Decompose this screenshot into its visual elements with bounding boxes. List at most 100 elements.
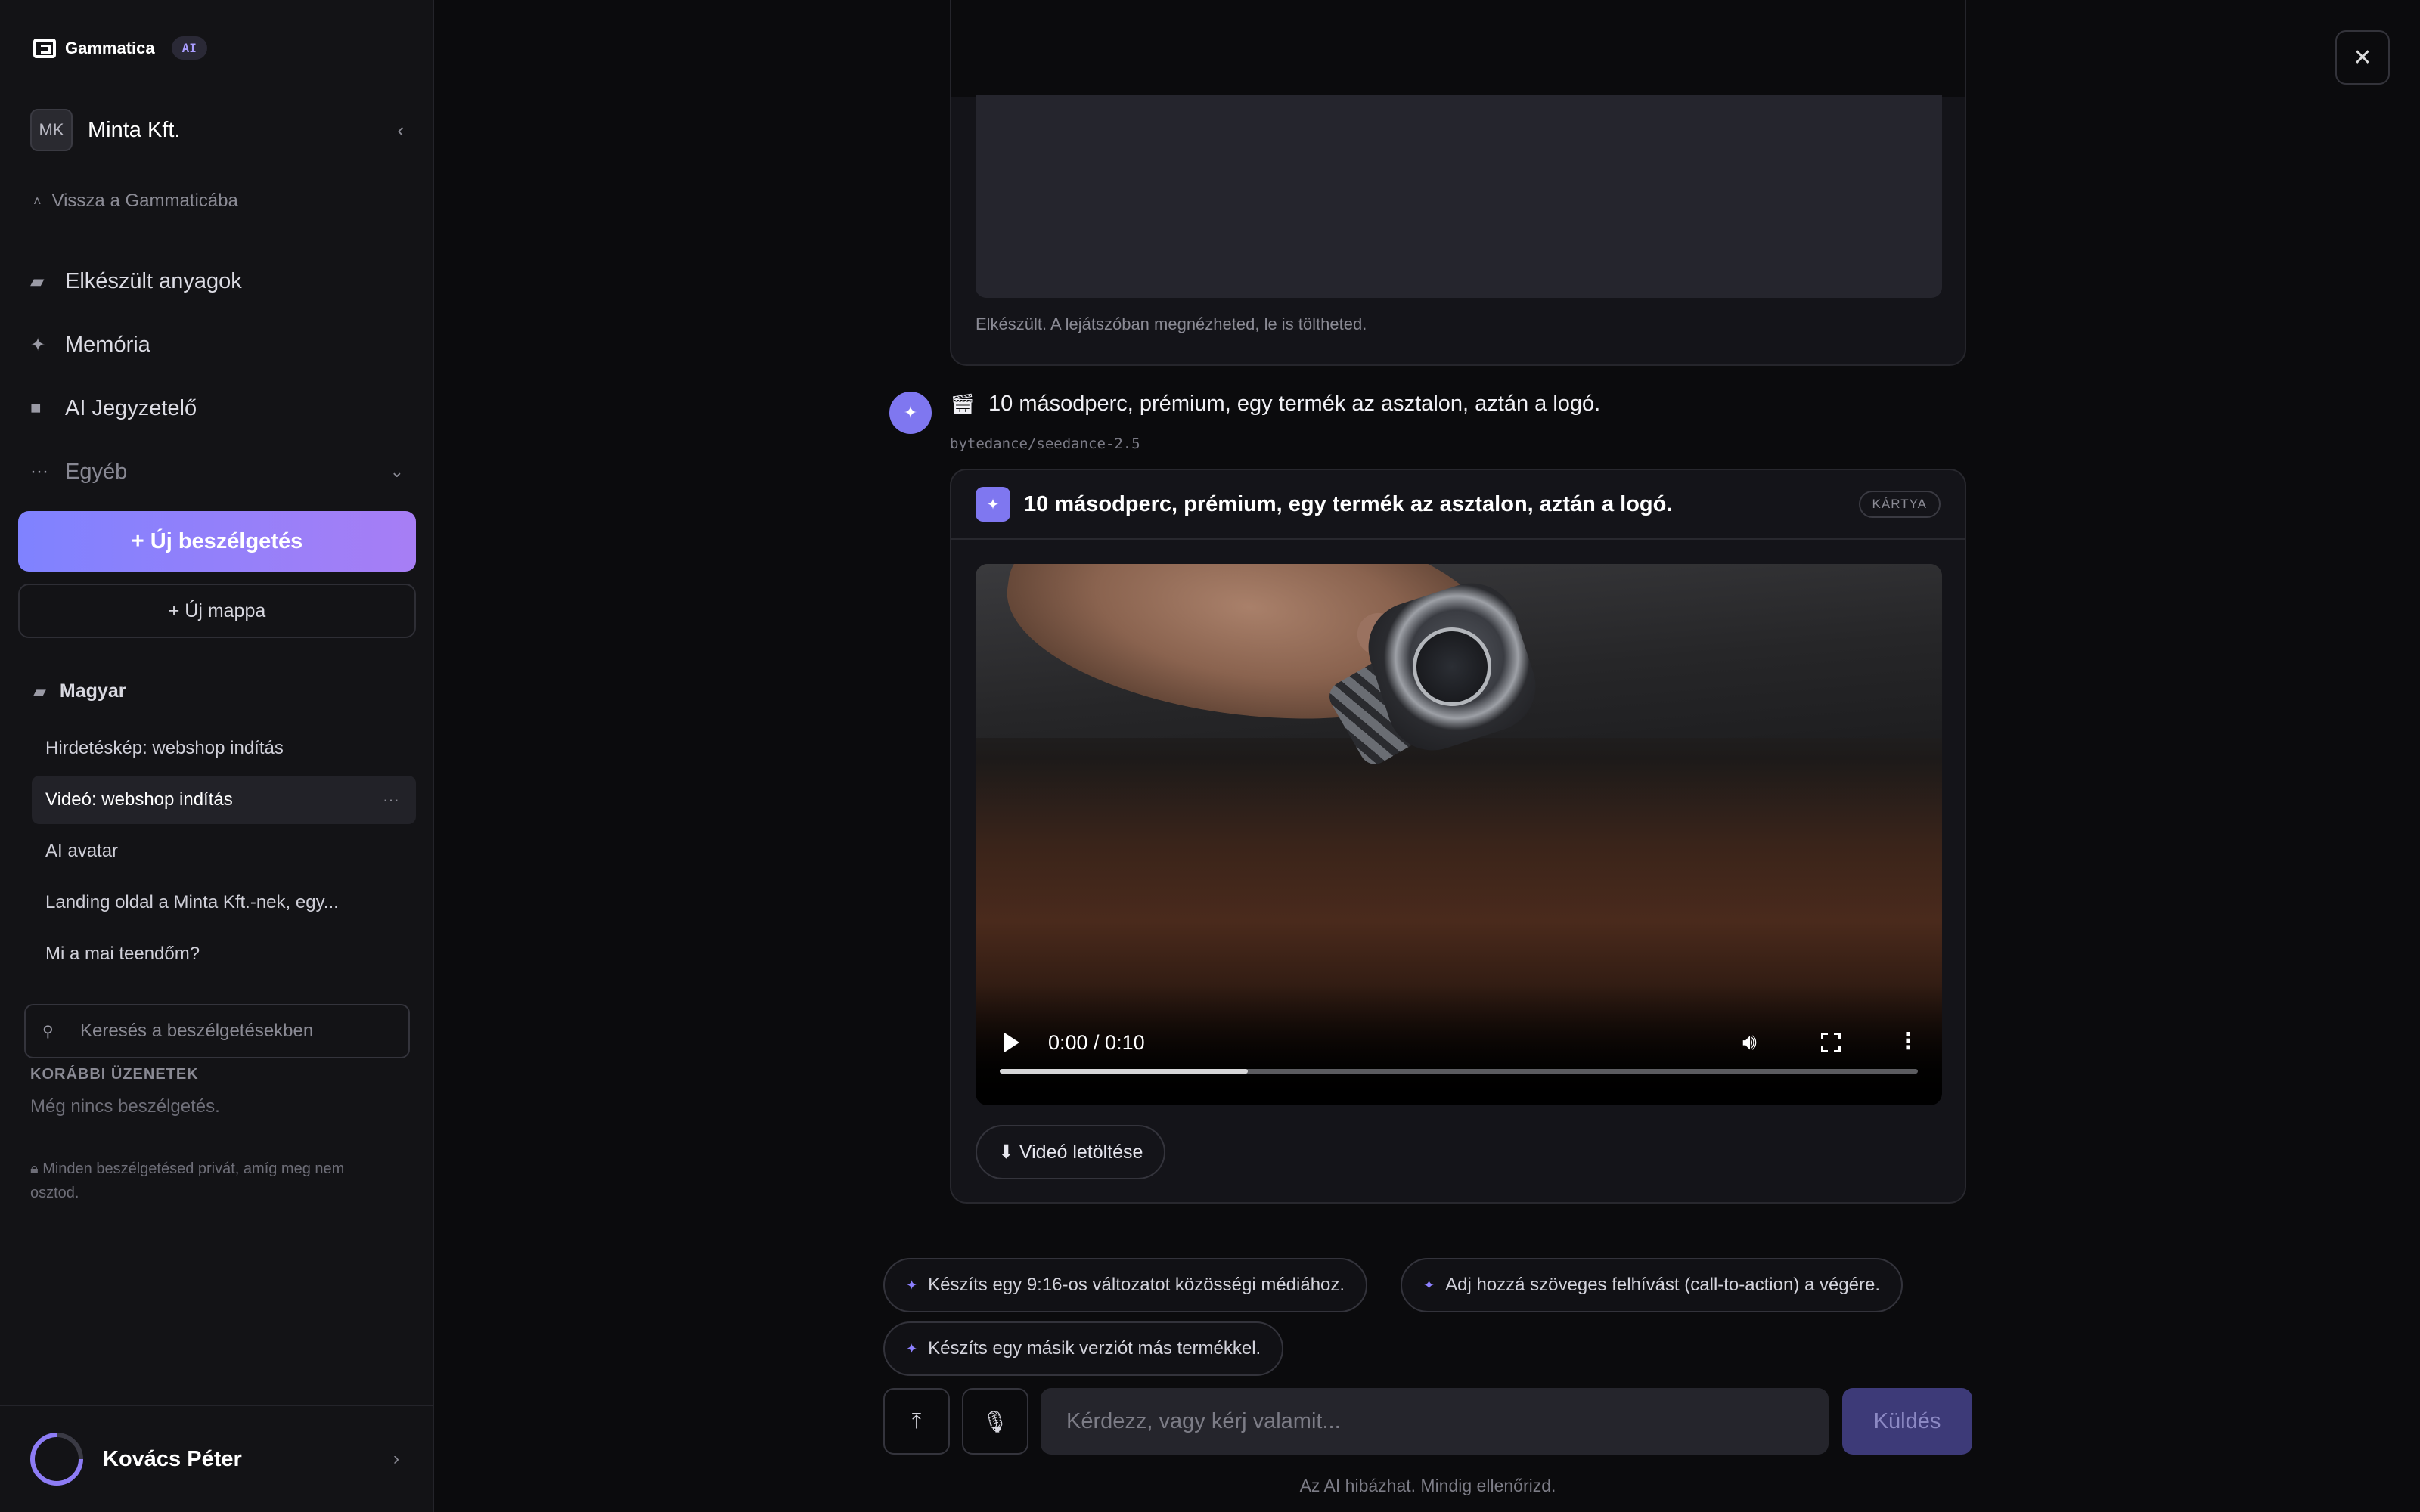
- video-progress-bar[interactable]: [1000, 1069, 1918, 1074]
- new-chat-button[interactable]: + Új beszélgetés: [18, 511, 416, 572]
- play-icon[interactable]: [1004, 1033, 1019, 1052]
- privacy-note: 🔒︎ Minden beszélgetésed privát, amíg meg…: [30, 1157, 393, 1205]
- camera-icon: ■: [30, 398, 42, 418]
- suggestion-text: Készíts egy másik verziót más termékkel.: [928, 1338, 1261, 1359]
- org-switcher[interactable]: MK Minta Kft. ‹: [30, 109, 404, 151]
- previous-media-preview[interactable]: [976, 95, 1942, 298]
- chat-item[interactable]: Landing oldal a Minta Kft.-nek, egy...: [32, 878, 416, 927]
- back-link-label: Vissza a Gammaticába: [51, 191, 238, 211]
- clapperboard-icon: 🎬︎: [950, 392, 976, 415]
- nav-item-label: Memória: [65, 332, 150, 357]
- history-empty-text: Még nincs beszélgetés.: [30, 1096, 220, 1117]
- sparkle-icon: ✦: [976, 487, 1010, 522]
- assistant-message-text: 10 másodperc, prémium, egy termék az asz…: [988, 392, 1601, 416]
- suggestion-chip[interactable]: ✦ Készíts egy másik verziót más termékke…: [883, 1321, 1284, 1376]
- video-frame-watch-face: [1402, 617, 1502, 717]
- chat-item-label: Mi a mai teendőm?: [45, 943, 200, 964]
- user-profile[interactable]: Kovács Péter ›: [0, 1405, 434, 1512]
- volume-icon[interactable]: 🔊︎: [1742, 1030, 1757, 1055]
- scroll-fade: [951, 0, 1965, 97]
- chat-item-label: AI avatar: [45, 841, 119, 861]
- user-avatar-ring: [19, 1421, 95, 1497]
- chat-item-label: Videó: webshop indítás: [45, 789, 233, 810]
- chat-item[interactable]: Hirdetéskép: webshop indítás: [32, 724, 416, 773]
- nav-item-label: Egyéb: [65, 459, 128, 484]
- sidebar: Gammatica AI MK Minta Kft. ‹ ˄ Vissza a …: [0, 0, 434, 1512]
- ai-disclaimer: Az AI hibázhat. Mindig ellenőrizd.: [1299, 1476, 1556, 1495]
- gammatica-logo-icon: [33, 38, 56, 58]
- chat-options-icon[interactable]: ···: [383, 790, 399, 810]
- sparkle-icon: ✦: [1423, 1277, 1435, 1293]
- sparkle-icon: ✦: [903, 403, 918, 422]
- chat-item[interactable]: AI avatar: [32, 827, 416, 875]
- back-to-gammatica-link[interactable]: ˄ Vissza a Gammaticába: [33, 191, 238, 212]
- folder-name: Magyar: [59, 680, 126, 702]
- org-name: Minta Kft.: [88, 117, 181, 142]
- download-video-button[interactable]: ⬇ Videó letöltése: [976, 1125, 1166, 1179]
- chat-item[interactable]: Mi a mai teendőm?: [32, 930, 416, 978]
- video-time: 0:00 / 0:10: [1048, 1031, 1145, 1054]
- video-card-title: 10 másodperc, prémium, egy termék az asz…: [1024, 491, 1673, 516]
- nav-item-ai-notetaker[interactable]: ■ AI Jegyzetelő: [30, 376, 404, 440]
- history-section-label: KORÁBBI ÜZENETEK: [30, 1066, 199, 1083]
- folder-icon: ▰: [30, 271, 45, 292]
- chevron-right-icon: ›: [393, 1448, 399, 1469]
- nav-item-memory[interactable]: ✦ Memória: [30, 313, 404, 376]
- nav-item-label: Elkészült anyagok: [65, 268, 242, 293]
- video-controls: 0:00 / 0:10 🔊︎ ⋮: [976, 1007, 1942, 1105]
- assistant-message: 🎬︎ 10 másodperc, prémium, egy termék az …: [950, 392, 1600, 417]
- ai-badge: AI: [171, 36, 207, 60]
- upload-button[interactable]: ⤒: [883, 1388, 950, 1455]
- chat-list: Hirdetéskép: webshop indítás Videó: webs…: [32, 724, 416, 981]
- previous-result-card: Elkészült. A lejátszóban megnézheted, le…: [950, 0, 1966, 366]
- fullscreen-icon[interactable]: [1821, 1033, 1841, 1052]
- brand[interactable]: Gammatica AI: [33, 36, 207, 60]
- new-folder-button[interactable]: + Új mappa: [18, 584, 416, 638]
- chat-item-active[interactable]: Videó: webshop indítás ···: [32, 776, 416, 824]
- search-icon: ⚲: [42, 1023, 54, 1040]
- sparkle-icon: ✦: [906, 1340, 918, 1356]
- more-options-icon[interactable]: ⋮: [1897, 1028, 1919, 1055]
- chat-item-label: Landing oldal a Minta Kft.-nek, egy...: [45, 892, 339, 912]
- user-name: Kovács Péter: [103, 1446, 242, 1471]
- chat-search: ⚲: [24, 1004, 410, 1058]
- sparkle-icon: ✦: [30, 334, 46, 355]
- suggestion-chip[interactable]: ✦ Készíts egy 9:16-os változatot közössé…: [883, 1258, 1368, 1312]
- video-card: ✦ 10 másodperc, prémium, egy termék az a…: [950, 469, 1966, 1204]
- suggestion-chip[interactable]: ✦ Adj hozzá szöveges felhívást (call-to-…: [1401, 1258, 1903, 1312]
- folder-icon: ▰: [33, 681, 46, 701]
- model-tag: bytedance/seedance-2.5: [950, 435, 1140, 452]
- close-icon: ✕: [2353, 45, 2372, 70]
- privacy-note-text: Minden beszélgetésed privát, amíg meg ne…: [30, 1160, 345, 1201]
- video-progress-fill: [1000, 1069, 1248, 1074]
- sparkle-icon: ✦: [906, 1277, 918, 1293]
- more-icon: ···: [30, 461, 48, 482]
- previous-caption: Elkészült. A lejátszóban megnézheted, le…: [976, 314, 1367, 333]
- brand-name: Gammatica: [65, 38, 155, 57]
- nav-item-finished-materials[interactable]: ▰ Elkészült anyagok: [30, 249, 404, 313]
- chevron-down-icon: ⌄: [389, 462, 404, 481]
- close-button[interactable]: ✕: [2335, 30, 2390, 85]
- composer: ⤒ 🎙︎ Küldés: [883, 1388, 1972, 1455]
- assistant-avatar: ✦: [889, 392, 932, 434]
- video-card-header: ✦ 10 másodperc, prémium, egy termék az a…: [951, 470, 1965, 540]
- card-badge: KÁRTYA: [1858, 491, 1941, 518]
- message-input[interactable]: [1041, 1388, 1829, 1455]
- chat-item-label: Hirdetéskép: webshop indítás: [45, 738, 284, 758]
- nav-item-label: AI Jegyzetelő: [65, 395, 197, 420]
- collapse-sidebar-icon[interactable]: ‹: [397, 119, 404, 142]
- microphone-button[interactable]: 🎙︎: [962, 1388, 1028, 1455]
- video-player[interactable]: 0:00 / 0:10 🔊︎ ⋮: [976, 564, 1942, 1105]
- chevron-up-icon: ˄: [33, 193, 42, 209]
- upload-icon: ⤒: [911, 1408, 922, 1433]
- org-avatar: MK: [30, 109, 73, 151]
- sidebar-nav: ▰ Elkészült anyagok ✦ Memória ■ AI Jegyz…: [30, 249, 404, 503]
- suggestion-text: Készíts egy 9:16-os változatot közösségi…: [928, 1275, 1345, 1295]
- microphone-icon: 🎙︎: [982, 1409, 1009, 1433]
- search-input[interactable]: [80, 1021, 398, 1042]
- nav-item-other[interactable]: ··· Egyéb ⌄: [30, 440, 404, 503]
- send-button[interactable]: Küldés: [1842, 1388, 1972, 1455]
- suggestion-text: Adj hozzá szöveges felhívást (call-to-ac…: [1445, 1275, 1881, 1295]
- folder-magyar[interactable]: ▰ Magyar: [33, 680, 126, 702]
- lock-icon: 🔒︎: [30, 1160, 39, 1177]
